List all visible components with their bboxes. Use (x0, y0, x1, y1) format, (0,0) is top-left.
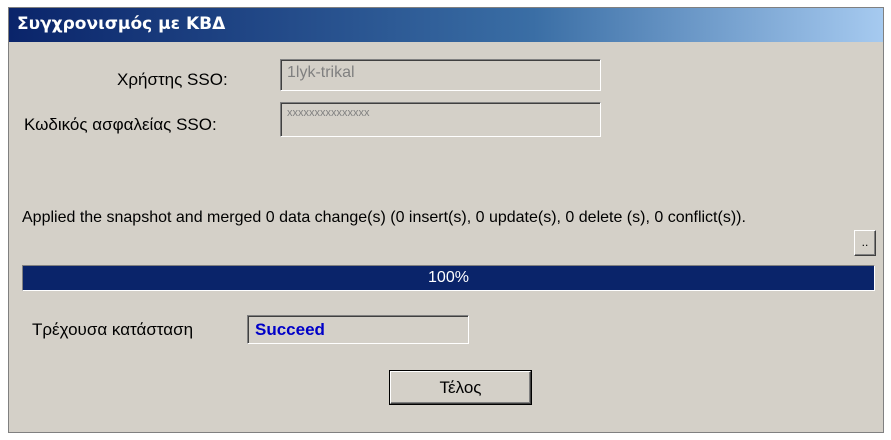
sso-user-label: Χρήστης SSO: (117, 70, 228, 89)
finish-button[interactable]: Τέλος (390, 371, 531, 404)
title-bar[interactable]: Συγχρονισμός με ΚΒΔ (9, 8, 883, 42)
progress-bar: 100% (22, 265, 875, 291)
current-status-field: Succeed (247, 315, 469, 344)
sync-dialog: Συγχρονισμός με ΚΒΔ Χρήστης SSO: 1lyk-tr… (8, 7, 884, 433)
sso-user-field[interactable]: 1lyk-trikal (280, 59, 601, 91)
window-title: Συγχρονισμός με ΚΒΔ (17, 14, 226, 34)
sso-password-label: Κωδικός ασφαλείας SSO: (24, 115, 217, 134)
progress-text: 100% (428, 269, 469, 286)
details-button[interactable]: .. (854, 230, 876, 256)
current-status-label: Τρέχουσα κατάσταση (32, 320, 194, 339)
status-message: Applied the snapshot and merged 0 data c… (22, 209, 746, 226)
sso-password-field[interactable]: xxxxxxxxxxxxxxx (280, 102, 601, 137)
